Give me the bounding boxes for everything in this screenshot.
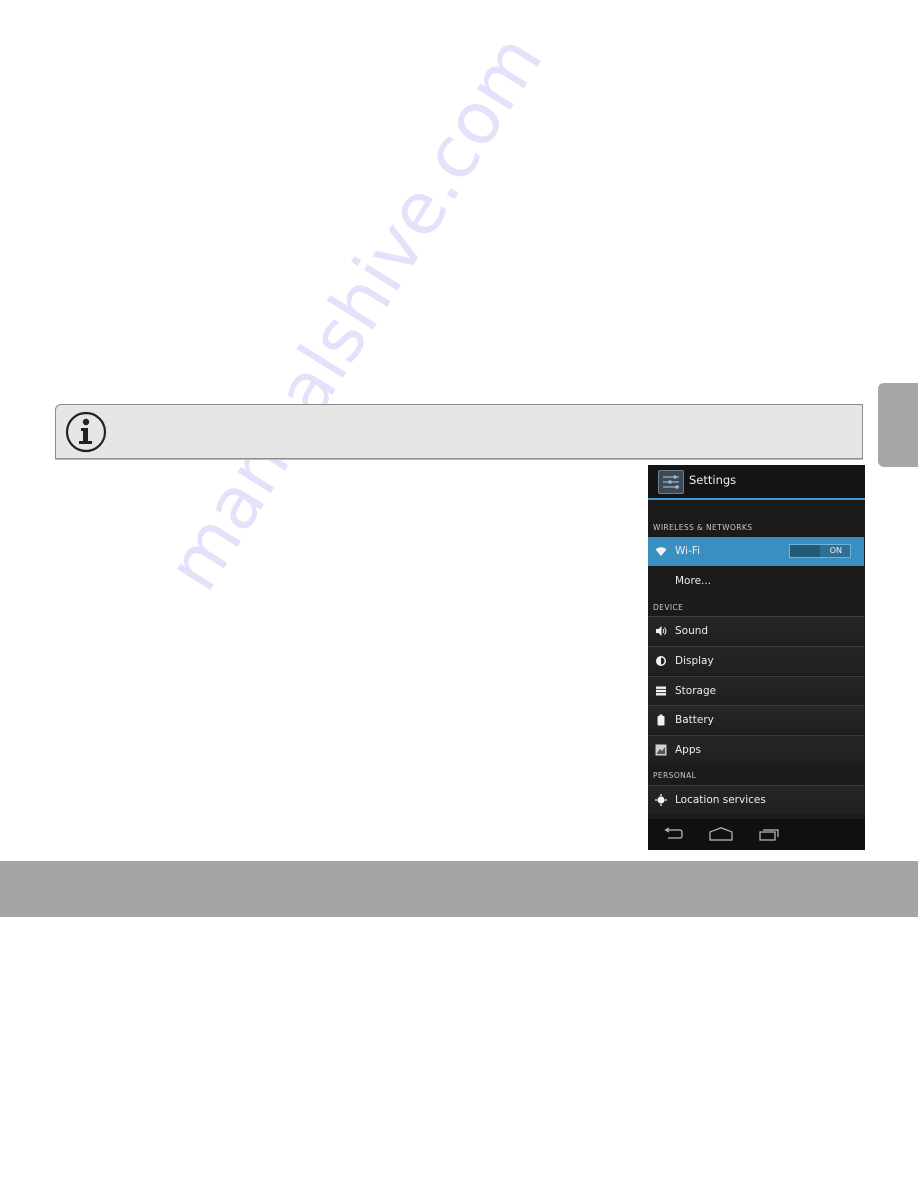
settings-item-label: More...	[675, 575, 712, 587]
home-icon[interactable]	[709, 827, 733, 841]
chapter-side-tab	[878, 383, 918, 467]
settings-item-label: Storage	[675, 685, 717, 697]
speaker-icon	[655, 625, 667, 637]
wifi-toggle[interactable]: ON	[789, 544, 851, 558]
settings-item-apps[interactable]: Apps	[648, 735, 864, 764]
settings-item-label: Wi-Fi	[675, 545, 701, 557]
settings-item-label: Apps	[675, 744, 701, 756]
section-header-wireless: WIRELESS & NETWORKS	[653, 523, 753, 532]
apps-icon	[655, 744, 667, 756]
recent-apps-icon[interactable]	[759, 827, 781, 841]
settings-item-label: Location services	[675, 794, 766, 806]
settings-item-storage[interactable]: Storage	[648, 676, 864, 705]
location-icon	[655, 794, 667, 806]
settings-item-more[interactable]: More...	[648, 567, 864, 596]
settings-sliders-icon	[658, 470, 684, 494]
settings-item-label: Display	[675, 655, 714, 667]
navigation-bar	[648, 819, 865, 850]
footer-band	[0, 861, 918, 917]
settings-item-label: Battery	[675, 714, 714, 726]
settings-item-sound[interactable]: Sound	[648, 616, 864, 645]
wifi-icon	[655, 545, 667, 557]
settings-item-display[interactable]: Display	[648, 646, 864, 675]
info-icon	[65, 411, 107, 453]
info-note-box	[55, 404, 863, 459]
section-header-personal: PERSONAL	[653, 771, 697, 780]
toggle-state: ON	[829, 546, 842, 555]
settings-screenshot: Settings WIRELESS & NETWORKS Wi-Fi ON Mo…	[648, 465, 865, 850]
settings-item-battery[interactable]: Battery	[648, 705, 864, 734]
screen-title: Settings	[689, 473, 737, 487]
brightness-icon	[655, 655, 667, 667]
section-header-device: DEVICE	[653, 603, 684, 612]
watermark: manualshive.com	[150, 20, 559, 605]
action-bar: Settings	[648, 465, 865, 500]
storage-icon	[655, 685, 667, 697]
back-icon[interactable]	[662, 827, 684, 841]
settings-item-location[interactable]: Location services	[648, 785, 864, 814]
battery-icon	[655, 714, 667, 726]
settings-item-label: Sound	[675, 625, 709, 637]
settings-item-wifi[interactable]: Wi-Fi ON	[648, 537, 864, 566]
